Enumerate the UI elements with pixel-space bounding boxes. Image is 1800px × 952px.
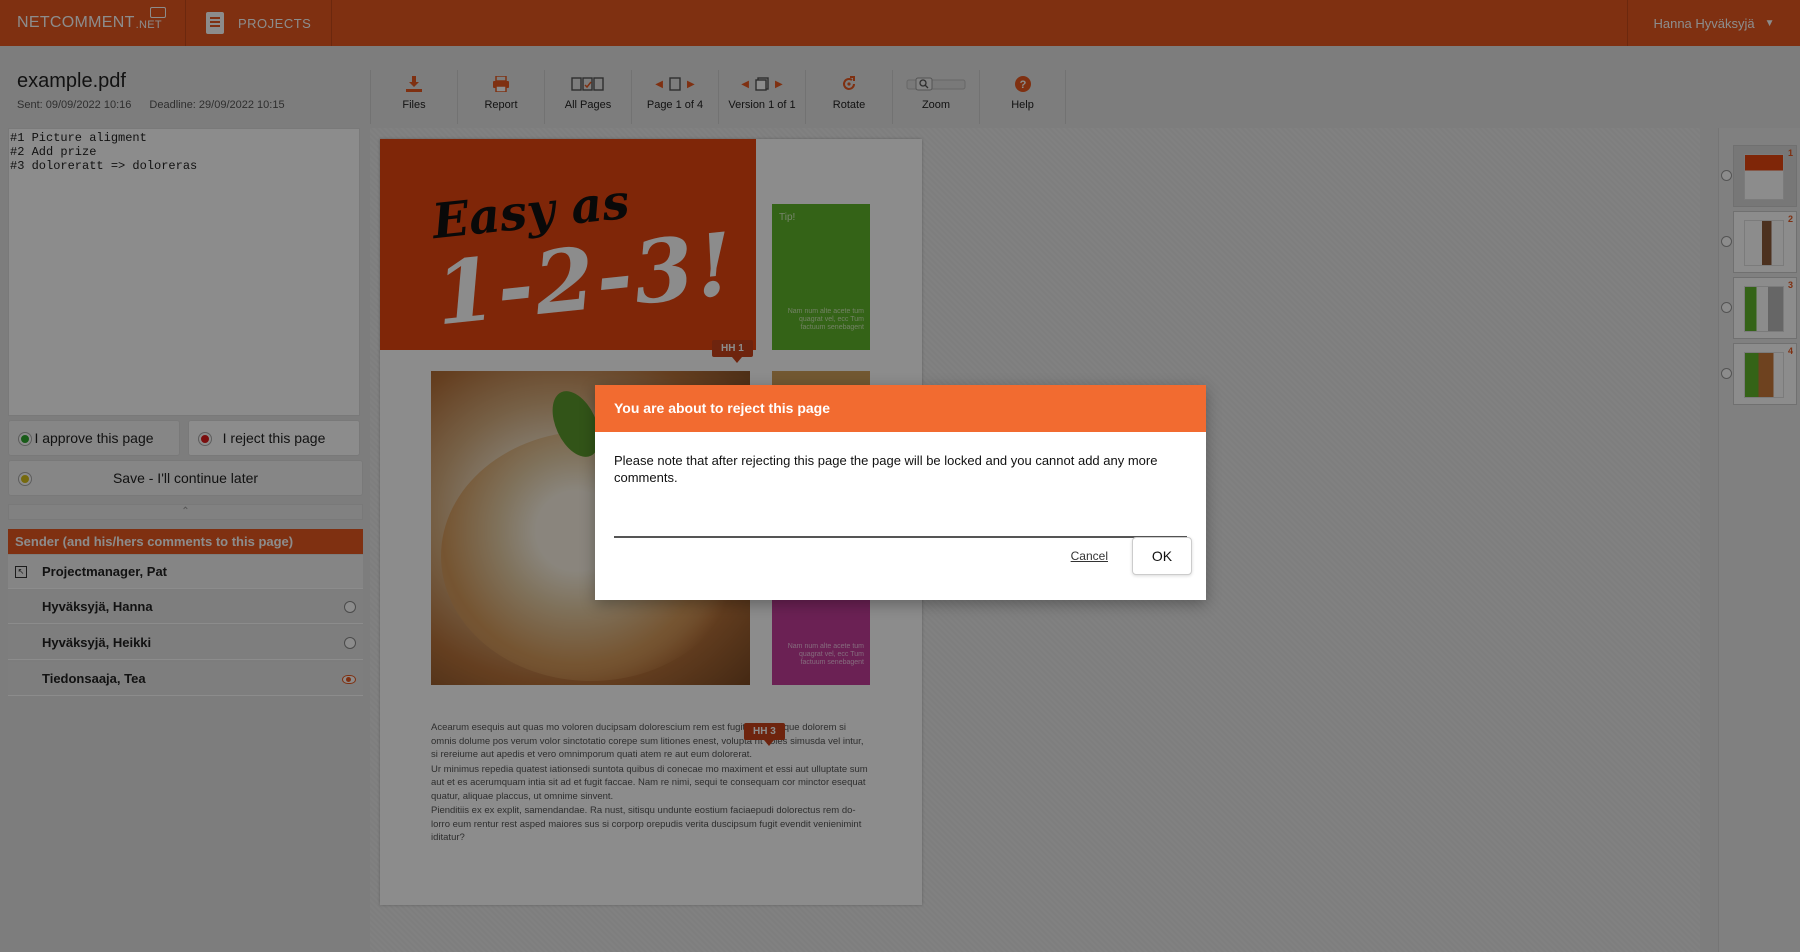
dialog-message: Please note that after rejecting this pa… bbox=[614, 453, 1158, 485]
reject-reason-input[interactable] bbox=[614, 510, 1187, 538]
dialog-title: You are about to reject this page bbox=[595, 385, 1206, 432]
ok-button[interactable]: OK bbox=[1132, 537, 1192, 575]
cancel-link[interactable]: Cancel bbox=[1071, 549, 1108, 563]
reject-dialog: You are about to reject this page Please… bbox=[595, 385, 1206, 600]
dialog-actions: Cancel OK bbox=[1071, 537, 1192, 575]
